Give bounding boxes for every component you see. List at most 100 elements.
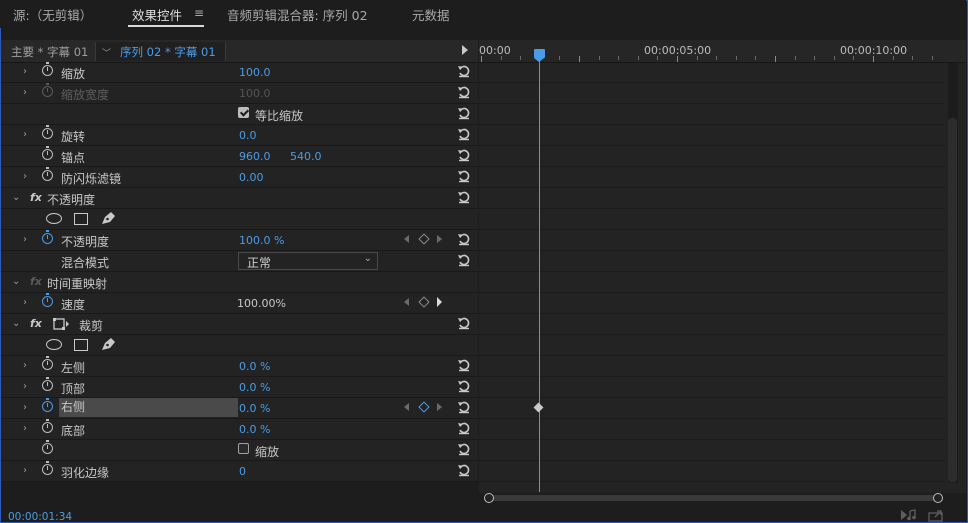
chevron-right-icon[interactable]: › [23,171,31,182]
ellipse-mask-icon[interactable] [46,339,62,350]
reset-icon[interactable] [457,421,471,435]
stopwatch-icon[interactable] [42,440,53,454]
next-keyframe-icon[interactable] [437,235,442,243]
reset-icon[interactable] [457,379,471,393]
tab-effect-controls[interactable]: 效果控件 [132,5,182,24]
property-value[interactable]: 100.0 [239,66,271,79]
reset-icon[interactable] [457,169,471,183]
property-value[interactable]: 0.0 % [239,423,270,436]
current-timecode[interactable]: 00:00:01:34 [8,511,72,523]
stopwatch-icon[interactable] [42,167,53,181]
fx-icon[interactable]: fx [30,317,42,330]
add-keyframe-icon[interactable] [418,401,430,413]
add-keyframe-icon[interactable] [418,233,430,245]
playhead-line[interactable] [539,58,540,492]
filter-play-audio-icon[interactable] [900,509,918,521]
hamburger-icon[interactable]: ≡ [194,6,204,20]
reset-icon[interactable] [457,400,471,414]
chevron-right-icon[interactable]: › [23,129,31,140]
pen-mask-icon[interactable] [100,211,116,225]
zoom-checkbox[interactable] [238,443,249,454]
reset-icon[interactable] [457,106,471,120]
reset-icon[interactable] [457,253,471,267]
property-value[interactable]: 100.0 % [239,234,284,247]
stopwatch-icon[interactable] [42,125,53,139]
tab-source[interactable]: 源:（无剪辑） [13,5,92,24]
reset-icon[interactable] [457,64,471,78]
keyframe-timeline[interactable]: 00:00 00:00:05:00 00:00:10:00 [479,40,966,503]
chevron-right-icon[interactable]: › [23,402,31,413]
chevron-right-icon[interactable]: › [23,423,31,434]
chevron-down-icon[interactable]: ⌄ [12,192,20,203]
fx-icon[interactable]: fx [30,191,42,204]
stopwatch-icon[interactable] [42,398,53,412]
reset-icon[interactable] [457,463,471,477]
next-keyframe-icon[interactable] [437,403,442,411]
stopwatch-icon[interactable] [42,356,53,370]
reset-icon[interactable] [457,316,471,330]
add-keyframe-icon[interactable] [418,296,430,308]
blend-mode-select[interactable]: 正常 ⌄ [238,252,378,270]
pen-mask-icon[interactable] [100,337,116,351]
reset-icon[interactable] [457,127,471,141]
uniform-scale-checkbox[interactable] [238,107,249,118]
chevron-down-icon[interactable]: ⌄ [12,318,20,329]
chevron-right-icon[interactable]: › [23,87,31,98]
playhead-handle[interactable] [534,49,545,62]
chevron-down-icon[interactable]: ⌄ [12,276,20,287]
reset-icon[interactable] [457,232,471,246]
chevron-right-icon[interactable]: › [23,234,31,245]
previous-keyframe-icon[interactable] [404,235,409,243]
property-label[interactable]: 右侧 [59,398,238,417]
stopwatch-icon[interactable] [42,230,53,244]
show-timeline-toggle-icon[interactable] [462,45,468,55]
property-value[interactable]: 0.0 % [239,360,270,373]
sequence-clip-selector[interactable]: ﹀ 序列 02 * 字幕 01 [95,42,226,61]
property-value[interactable]: 0.0 % [239,402,270,415]
export-icon[interactable] [928,509,944,522]
chevron-right-icon[interactable]: › [23,66,31,77]
ellipse-mask-icon[interactable] [46,213,62,224]
time-ruler[interactable]: 00:00 00:00:05:00 00:00:10:00 [479,40,966,63]
chevron-right-icon[interactable]: › [23,381,31,392]
chevron-down-icon[interactable]: ﹀ [102,46,111,59]
sequence-clip-label[interactable]: 序列 02 * 字幕 01 [120,44,216,60]
reset-icon[interactable] [457,148,471,162]
property-value-y[interactable]: 540.0 [290,150,322,163]
stopwatch-icon[interactable] [42,146,53,160]
timeline-row [479,230,945,251]
stopwatch-icon[interactable] [42,293,53,307]
zoom-scrollbar-track[interactable] [490,495,938,501]
ruler-tick [794,56,796,60]
stopwatch-icon[interactable] [42,377,53,391]
chevron-right-icon[interactable]: › [23,297,31,308]
chevron-right-icon[interactable]: › [23,465,31,476]
zoom-handle-left[interactable] [484,493,494,503]
reset-icon[interactable] [457,358,471,372]
property-value[interactable]: 0.0 % [239,381,270,394]
property-value[interactable]: 0 [239,465,246,478]
horizontal-zoom-scrollbar[interactable] [484,493,943,503]
chevron-right-icon[interactable]: › [23,360,31,371]
next-keyframe-icon[interactable] [437,297,442,307]
zoom-handle-right[interactable] [933,493,943,503]
rectangle-mask-icon[interactable] [74,213,88,225]
stopwatch-icon[interactable] [42,419,53,433]
property-value[interactable]: 100.00% [237,297,286,310]
property-value[interactable]: 0.0 [239,129,257,142]
master-clip-label[interactable]: 主要 * 字幕 01 [11,44,88,60]
reset-icon[interactable] [457,85,471,99]
previous-keyframe-icon[interactable] [404,298,409,306]
reset-icon[interactable] [457,442,471,456]
transform-box-icon[interactable] [53,318,69,330]
property-value-x[interactable]: 960.0 [239,150,271,163]
rectangle-mask-icon[interactable] [74,339,88,351]
tab-audio-clip-mixer[interactable]: 音频剪辑混合器: 序列 02 [227,5,368,24]
property-value[interactable]: 0.00 [239,171,264,184]
stopwatch-icon[interactable] [42,62,53,76]
reset-icon[interactable] [457,190,471,204]
previous-keyframe-icon[interactable] [404,403,409,411]
vertical-scrollbar-thumb[interactable] [948,118,957,482]
stopwatch-icon[interactable] [42,461,53,475]
tab-metadata[interactable]: 元数据 [412,5,450,24]
